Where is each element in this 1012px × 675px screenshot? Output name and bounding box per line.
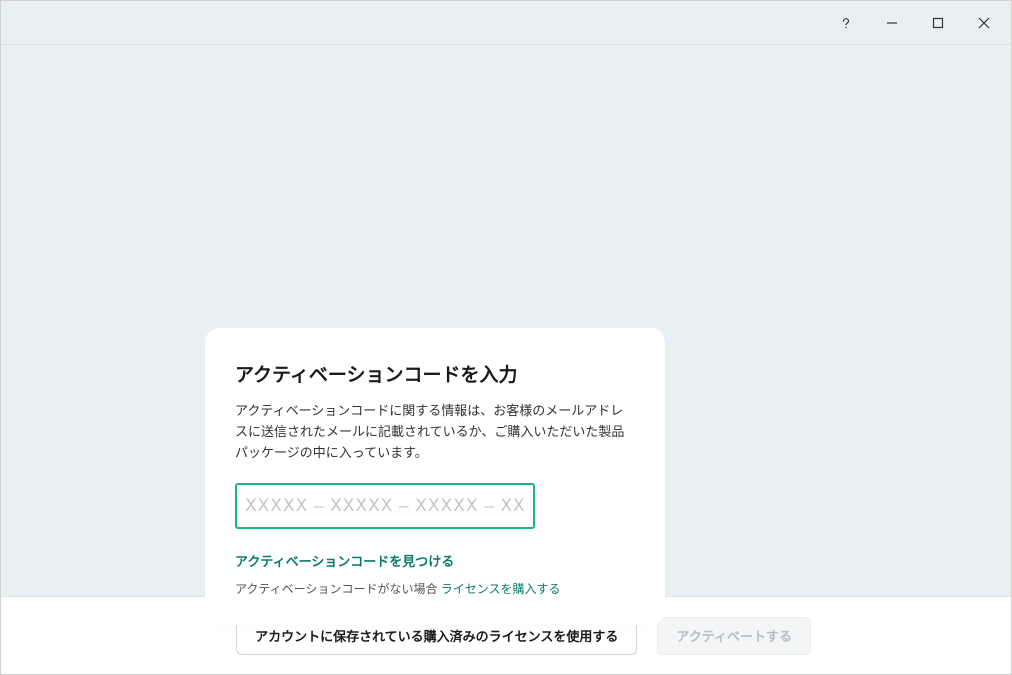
minimize-button[interactable] <box>869 1 915 45</box>
close-icon <box>978 17 990 29</box>
minimize-icon <box>886 17 898 29</box>
help-icon <box>838 15 854 31</box>
app-window: アクティベーションコードを入力 アクティベーションコードに関する情報は、お客様の… <box>0 0 1012 675</box>
content-area: アクティベーションコードを入力 アクティベーションコードに関する情報は、お客様の… <box>1 45 1011 596</box>
no-code-text: アクティベーションコードがない場合 ライセンスを購入する <box>235 580 635 597</box>
close-button[interactable] <box>961 1 1007 45</box>
no-code-prefix: アクティベーションコードがない場合 <box>235 582 441 596</box>
card-title: アクティベーションコードを入力 <box>235 360 635 387</box>
activate-button[interactable]: アクティベートする <box>657 617 811 655</box>
find-code-link[interactable]: アクティベーションコードを見つける <box>235 551 635 570</box>
help-button[interactable] <box>823 1 869 45</box>
maximize-icon <box>932 17 944 29</box>
activation-code-input[interactable] <box>235 483 535 529</box>
buy-license-link[interactable]: ライセンスを購入する <box>441 582 561 596</box>
activation-card: アクティベーションコードを入力 アクティベーションコードに関する情報は、お客様の… <box>205 328 665 625</box>
maximize-button[interactable] <box>915 1 961 45</box>
titlebar <box>1 1 1011 45</box>
card-description: アクティベーションコードに関する情報は、お客様のメールアドレスに送信されたメール… <box>235 401 635 463</box>
